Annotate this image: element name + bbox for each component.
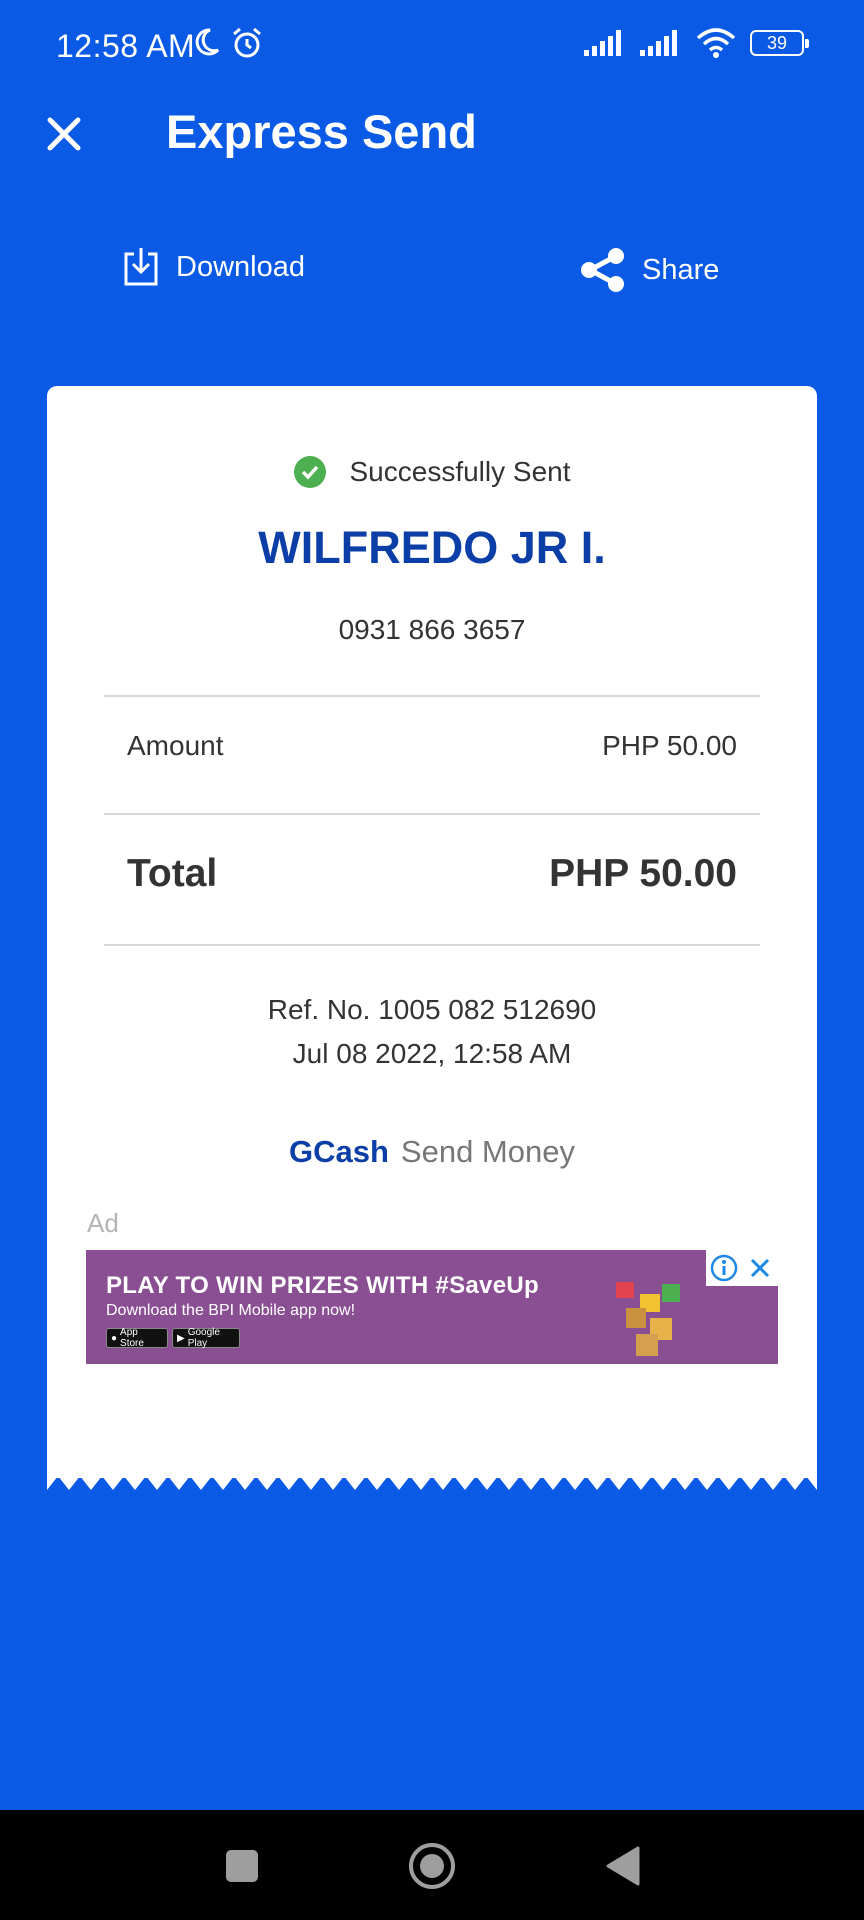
home-icon: [409, 1843, 455, 1889]
info-icon: [710, 1254, 738, 1282]
ad-info-button[interactable]: [706, 1250, 742, 1286]
ad-subtext: Download the BPI Mobile app now!: [106, 1302, 356, 1319]
receipt-torn-edge: [47, 1476, 817, 1490]
total-label: Total: [127, 852, 218, 895]
google-play-badge[interactable]: ▶ Google Play: [172, 1327, 240, 1349]
check-circle-icon: [293, 456, 326, 488]
amount-row: Amount PHP 50.00: [127, 730, 737, 762]
back-icon: [606, 1846, 640, 1886]
divider: [104, 813, 760, 815]
close-button[interactable]: [40, 110, 88, 158]
play-icon: ▶: [177, 1332, 185, 1344]
navigation-bar: [0, 1810, 864, 1920]
recents-button[interactable]: [216, 1840, 268, 1892]
download-icon: [124, 248, 158, 286]
apple-icon: ●: [111, 1332, 118, 1344]
moon-icon: [195, 28, 220, 56]
success-status: Successfully Sent: [47, 456, 817, 488]
status-text: Successfully Sent: [349, 456, 571, 487]
total-row: Total PHP 50.00: [127, 852, 737, 896]
brand-service: Send Money: [400, 1134, 575, 1169]
share-label: Share: [642, 253, 720, 286]
divider: [104, 944, 760, 946]
recents-icon: [226, 1850, 258, 1882]
download-button[interactable]: Download: [122, 246, 305, 288]
signal-icon: [584, 30, 621, 56]
app-store-badge[interactable]: ● App Store: [106, 1327, 168, 1349]
status-icons-right: 39: [584, 28, 809, 58]
download-label: Download: [176, 250, 305, 283]
amount-value: PHP 50.00: [602, 730, 737, 761]
total-value: PHP 50.00: [549, 852, 737, 895]
ad-controls: [706, 1250, 778, 1286]
share-button[interactable]: Share: [578, 246, 719, 294]
brand-footer: GCash Send Money: [47, 1134, 817, 1170]
game-blocks-icon: [616, 1282, 680, 1356]
receipt-card: Successfully Sent WILFREDO JR I. 0931 86…: [47, 386, 817, 1478]
recipient-number: 0931 866 3657: [338, 614, 526, 645]
ad-headline: PLAY TO WIN PRIZES WITH #SaveUp: [106, 1272, 539, 1299]
amount-label: Amount: [127, 730, 224, 761]
google-play-label: Google Play: [187, 1327, 220, 1349]
ad-label: Ad: [87, 1208, 119, 1238]
reference-number: Ref. No. 1005 082 512690: [267, 994, 597, 1025]
status-bar: 12:58 AM 39: [0, 0, 864, 96]
recipient-name: WILFREDO JR I.: [258, 522, 606, 573]
battery-level: 39: [766, 32, 788, 53]
ad-banner[interactable]: PLAY TO WIN PRIZES WITH #SaveUp Download…: [86, 1250, 778, 1364]
wifi-icon: [696, 28, 736, 58]
home-button[interactable]: [406, 1840, 458, 1892]
close-icon: [47, 117, 81, 151]
status-icons-left: [192, 26, 264, 60]
close-icon: [750, 1258, 770, 1278]
share-icon: [581, 248, 624, 292]
signal-icon: [640, 30, 677, 56]
page-title: Express Send: [166, 105, 477, 158]
divider: [104, 695, 760, 697]
battery-icon: 39: [750, 30, 809, 56]
alarm-icon: [233, 27, 261, 58]
back-button[interactable]: [596, 1840, 648, 1892]
status-time: 12:58 AM: [56, 28, 196, 64]
app-store-label: App Store: [120, 1327, 144, 1349]
transaction-timestamp: Jul 08 2022, 12:58 AM: [292, 1038, 572, 1069]
brand-name: GCash: [289, 1134, 389, 1169]
ad-close-button[interactable]: [742, 1250, 778, 1286]
